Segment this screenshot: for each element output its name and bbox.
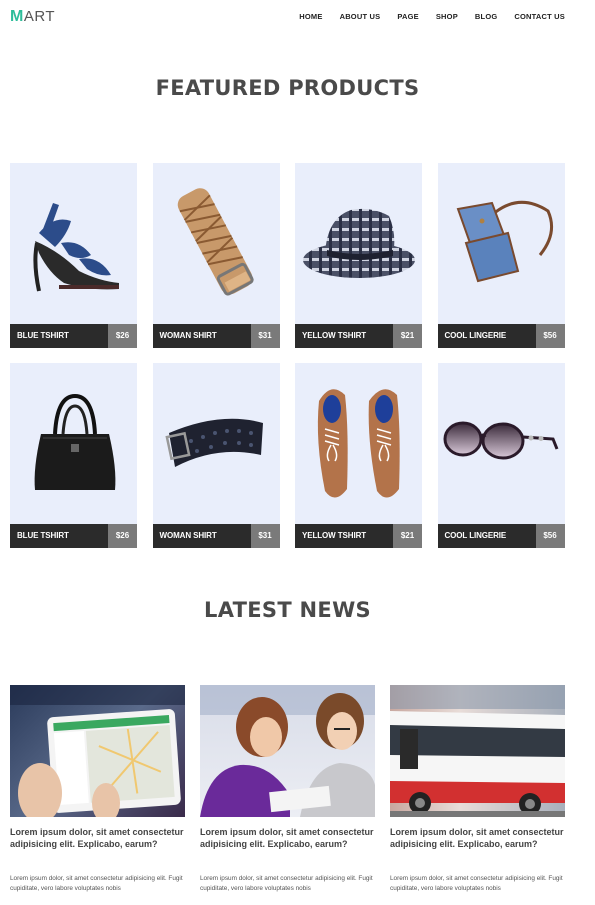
product-price: $26: [108, 524, 137, 548]
city-bus-photo[interactable]: [390, 685, 565, 817]
tablet-map-photo[interactable]: [10, 685, 185, 817]
news-list: Lorem ipsum dolor, sit amet consectetur …: [10, 685, 566, 894]
braided-leather-belt-image: [153, 163, 280, 323]
news-item: Lorem ipsum dolor, sit amet consectetur …: [10, 685, 185, 894]
site-header: MART HOME ABOUT US PAGE SHOP BLOG CONTAC…: [0, 0, 595, 34]
product-card[interactable]: COOL LINGERIE $56: [437, 363, 565, 548]
plaid-fedora-hat-image: [295, 163, 422, 323]
product-info-bar: WOMAN SHIRT $31: [152, 524, 280, 548]
product-name: BLUE TSHIRT: [17, 531, 69, 540]
product-name: WOMAN SHIRT: [159, 531, 217, 540]
product-info-bar: BLUE TSHIRT $26: [10, 324, 137, 348]
product-card[interactable]: WOMAN SHIRT $31: [152, 363, 280, 548]
product-price: $21: [393, 524, 422, 548]
product-name: COOL LINGERIE: [444, 531, 507, 540]
nav-page[interactable]: PAGE: [397, 12, 419, 21]
product-name: YELLOW TSHIRT: [302, 331, 367, 340]
news-excerpt: Lorem ipsum dolor, sit amet consectetur …: [10, 875, 183, 892]
product-card[interactable]: COOL LINGERIE $56: [437, 163, 565, 348]
product-info-bar: BLUE TSHIRT $26: [10, 524, 137, 548]
blue-heel-sandal-image: [10, 163, 137, 323]
product-price: $21: [393, 324, 422, 348]
product-grid: BLUE TSHIRT $26 WOMAN SHIRT $31 YELLOW T…: [10, 163, 566, 548]
product-name: YELLOW TSHIRT: [302, 531, 367, 540]
featured-title: FEATURED PRODUCTS: [155, 76, 420, 100]
product-price: $31: [250, 524, 280, 548]
logo-text: ART: [23, 8, 56, 25]
news-title: LATEST NEWS: [204, 598, 371, 622]
two-women-reading-photo[interactable]: [200, 685, 375, 817]
product-name: WOMAN SHIRT: [159, 331, 217, 340]
product-name: COOL LINGERIE: [444, 331, 507, 340]
news-headline[interactable]: Lorem ipsum dolor, sit amet consectetur …: [390, 826, 565, 850]
black-handbag-image: [10, 363, 137, 523]
product-card[interactable]: BLUE TSHIRT $26: [10, 163, 137, 348]
product-info-bar: WOMAN SHIRT $31: [152, 324, 280, 348]
sunglasses-image: [438, 363, 565, 523]
nav-contact-us[interactable]: CONTACT US: [514, 12, 565, 21]
product-info-bar: COOL LINGERIE $56: [437, 524, 565, 548]
product-price: $56: [535, 324, 565, 348]
product-price: $26: [108, 324, 137, 348]
product-info-bar: COOL LINGERIE $56: [437, 324, 565, 348]
product-name: BLUE TSHIRT: [17, 331, 69, 340]
news-item: Lorem ipsum dolor, sit amet consectetur …: [390, 685, 565, 894]
product-card[interactable]: YELLOW TSHIRT $21: [295, 163, 422, 348]
product-info-bar: YELLOW TSHIRT $21: [295, 524, 422, 548]
news-excerpt: Lorem ipsum dolor, sit amet consectetur …: [200, 875, 373, 892]
nav-about-us[interactable]: ABOUT US: [340, 12, 381, 21]
news-headline[interactable]: Lorem ipsum dolor, sit amet consectetur …: [10, 826, 185, 850]
nav-home[interactable]: HOME: [299, 12, 322, 21]
news-excerpt: Lorem ipsum dolor, sit amet consectetur …: [390, 875, 563, 892]
main-nav: HOME ABOUT US PAGE SHOP BLOG CONTACT US: [299, 12, 565, 21]
product-price: $31: [250, 324, 280, 348]
logo-initial: M: [10, 8, 24, 25]
product-card[interactable]: BLUE TSHIRT $26: [10, 363, 137, 548]
nav-blog[interactable]: BLOG: [475, 12, 497, 21]
news-item: Lorem ipsum dolor, sit amet consectetur …: [200, 685, 375, 894]
nav-shop[interactable]: SHOP: [436, 12, 458, 21]
black-perforated-belt-image: [153, 363, 280, 523]
product-card[interactable]: WOMAN SHIRT $31: [152, 163, 280, 348]
news-headline[interactable]: Lorem ipsum dolor, sit amet consectetur …: [200, 826, 375, 850]
blue-shoulder-bag-image: [438, 163, 565, 323]
brown-oxford-shoes-image: [295, 363, 422, 523]
product-price: $56: [535, 524, 565, 548]
site-logo[interactable]: MART: [10, 8, 55, 26]
product-info-bar: YELLOW TSHIRT $21: [295, 324, 422, 348]
product-card[interactable]: YELLOW TSHIRT $21: [295, 363, 422, 548]
